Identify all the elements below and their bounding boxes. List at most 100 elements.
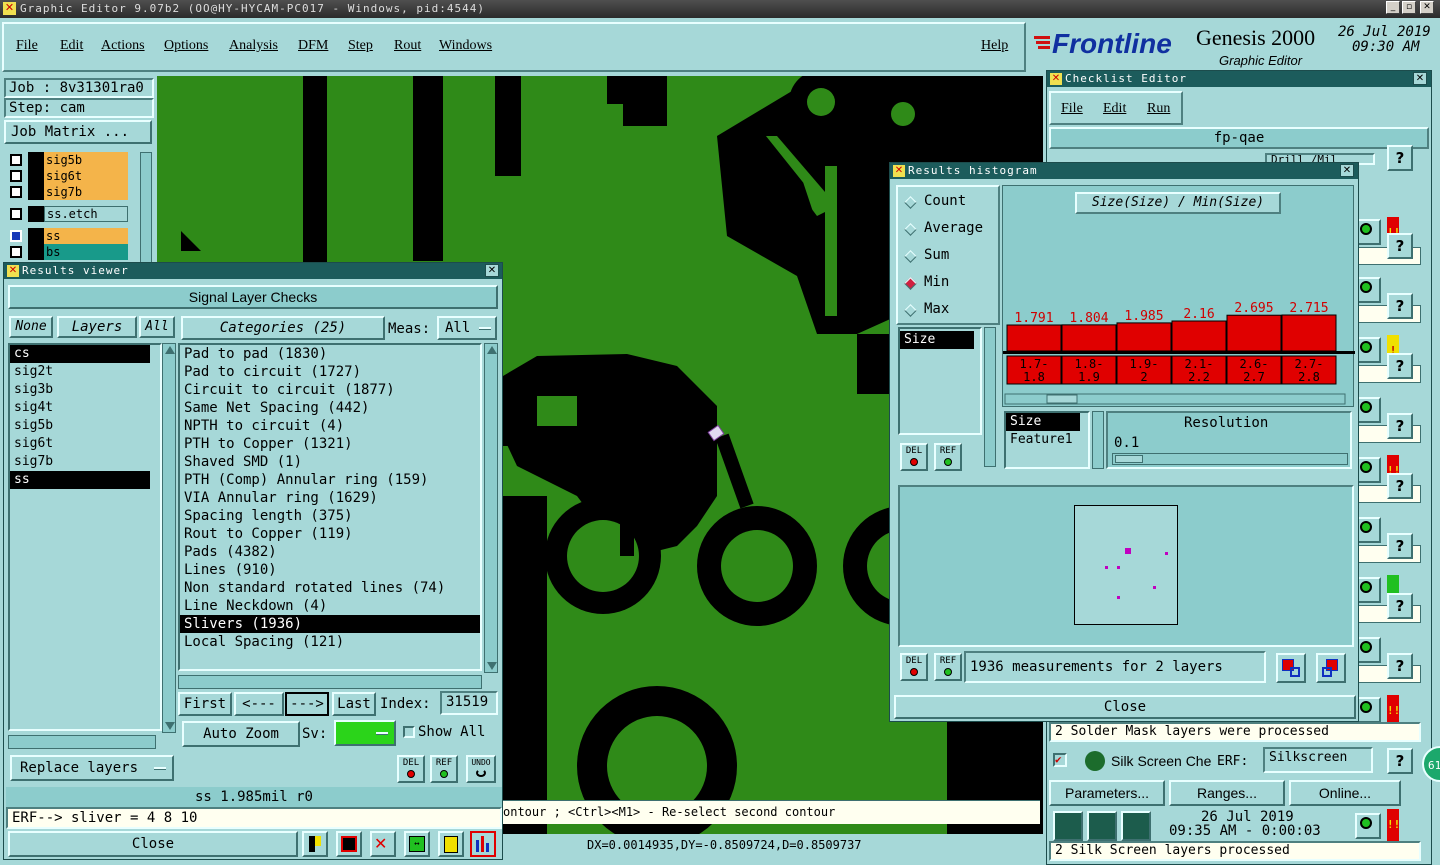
checklist-menu-run[interactable]: Run bbox=[1147, 101, 1170, 117]
meas-dropdown[interactable]: All bbox=[437, 316, 497, 340]
index-input[interactable]: 31519 bbox=[440, 691, 498, 715]
mode-radio-average[interactable]: Average bbox=[904, 220, 994, 240]
field-list-item[interactable]: Feature1 bbox=[1006, 431, 1088, 449]
layers-list-item[interactable]: sig2t bbox=[10, 363, 160, 381]
measure-list[interactable]: Size bbox=[898, 327, 982, 435]
menu-analysis[interactable]: Analysis bbox=[229, 38, 278, 54]
layers-all-button[interactable]: All bbox=[139, 316, 175, 338]
close-window-button[interactable]: ✕ bbox=[1420, 1, 1434, 14]
del-button[interactable]: DEL bbox=[397, 755, 425, 783]
layers-list-item[interactable]: cs bbox=[10, 345, 150, 363]
menu-actions[interactable]: Actions bbox=[101, 38, 145, 54]
histogram-titlebar[interactable]: Results histogram bbox=[890, 163, 1358, 179]
slider-thumb[interactable] bbox=[1115, 455, 1143, 463]
check-help-button[interactable]: ? bbox=[1387, 533, 1413, 559]
category-list-item[interactable]: Pads (4382) bbox=[180, 543, 480, 561]
job-matrix-button[interactable]: Job Matrix ... bbox=[4, 120, 152, 144]
menu-rout[interactable]: Rout bbox=[394, 38, 421, 54]
check-help-button[interactable]: ? bbox=[1387, 413, 1413, 439]
silk-help-button[interactable]: ? bbox=[1387, 748, 1413, 774]
checklist-menu-edit[interactable]: Edit bbox=[1103, 101, 1126, 117]
minimize-button[interactable]: _ bbox=[1386, 1, 1400, 14]
scroll-up-icon[interactable] bbox=[487, 346, 497, 354]
histogram-close-button[interactable]: Close bbox=[894, 695, 1356, 719]
layers-list-item[interactable]: sig4t bbox=[10, 399, 160, 417]
categories-list-hscroll[interactable] bbox=[178, 675, 482, 689]
histogram-bar[interactable] bbox=[1116, 322, 1172, 352]
results-tool-icon-5[interactable] bbox=[438, 831, 464, 857]
menu-dfm[interactable]: DFM bbox=[298, 38, 328, 54]
layers-list-item[interactable]: sig6t bbox=[10, 435, 160, 453]
layer-row[interactable]: ss bbox=[8, 228, 128, 244]
layers-list-hscroll[interactable] bbox=[8, 735, 156, 749]
check-help-button[interactable]: ? bbox=[1387, 473, 1413, 499]
menu-edit[interactable]: Edit bbox=[60, 38, 83, 54]
category-list-item[interactable]: Rout to Copper (119) bbox=[180, 525, 480, 543]
silk-erf-field[interactable]: Silkscreen bbox=[1263, 747, 1373, 773]
menu-options[interactable]: Options bbox=[164, 38, 208, 54]
category-list-item[interactable]: Shaved SMD (1) bbox=[180, 453, 480, 471]
last-button[interactable]: Last bbox=[332, 692, 376, 716]
mode-radio-max[interactable]: Max bbox=[904, 301, 994, 321]
menu-help[interactable]: Help bbox=[981, 38, 1008, 54]
field-list-item[interactable]: Size bbox=[1006, 413, 1080, 431]
show-all-checkbox[interactable] bbox=[403, 726, 415, 738]
sv-color-dropdown[interactable] bbox=[334, 720, 396, 746]
layers-list-vscroll[interactable] bbox=[162, 343, 176, 733]
scroll-down-icon[interactable] bbox=[487, 662, 497, 670]
import-icon-button[interactable] bbox=[1316, 653, 1346, 683]
check-help-button[interactable]: ? bbox=[1387, 293, 1413, 319]
category-list-item[interactable]: Line Neckdown (4) bbox=[180, 597, 480, 615]
silk-checkbox[interactable]: ✔ bbox=[1053, 753, 1067, 767]
parameters-button[interactable]: Parameters... bbox=[1049, 780, 1165, 806]
categories-button[interactable]: Categories (25) bbox=[181, 316, 385, 340]
layers-list-item[interactable]: sig3b bbox=[10, 381, 160, 399]
histogram-bar[interactable] bbox=[1171, 320, 1227, 352]
category-list-item[interactable]: Spacing length (375) bbox=[180, 507, 480, 525]
results-viewer-titlebar[interactable]: Results viewer bbox=[4, 263, 502, 279]
replace-layers-dropdown[interactable]: Replace layers bbox=[10, 755, 174, 781]
menu-file[interactable]: File bbox=[16, 38, 38, 54]
layers-none-button[interactable]: None bbox=[9, 316, 53, 338]
measure-list-scroll[interactable] bbox=[984, 327, 996, 467]
category-list-item[interactable]: PTH to Copper (1321) bbox=[180, 435, 480, 453]
category-list-item[interactable]: Same Net Spacing (442) bbox=[180, 399, 480, 417]
layers-list-item[interactable]: sig5b bbox=[10, 417, 160, 435]
layers-list[interactable]: cs sig2t sig3b sig4t sig5b sig6t sig7b ss bbox=[8, 343, 162, 731]
undo-button[interactable]: UNDO bbox=[466, 755, 496, 783]
category-list-item[interactable]: Lines (910) bbox=[180, 561, 480, 579]
checklist-close-icon[interactable]: ✕ bbox=[1413, 72, 1427, 85]
category-list-item[interactable]: Circuit to circuit (1877) bbox=[180, 381, 480, 399]
layer-row[interactable]: ss.etch bbox=[8, 206, 128, 222]
category-list-item[interactable]: Slivers (1936) bbox=[180, 615, 480, 633]
preview-ref-button[interactable]: REF bbox=[934, 653, 962, 681]
histogram-close-icon[interactable]: ✕ bbox=[1340, 164, 1354, 177]
categories-list-vscroll[interactable] bbox=[484, 343, 498, 673]
run-icon-1[interactable] bbox=[1053, 811, 1083, 841]
histogram-icon-button[interactable] bbox=[470, 831, 496, 857]
preview-del-button[interactable]: DEL bbox=[900, 653, 928, 681]
histogram-bar[interactable] bbox=[1061, 324, 1117, 352]
category-list-item[interactable]: NPTH to circuit (4) bbox=[180, 417, 480, 435]
layer-list-scrollbar[interactable] bbox=[140, 152, 152, 264]
layers-list-item[interactable]: sig7b bbox=[10, 453, 160, 471]
mode-radio-min[interactable]: Min bbox=[904, 274, 994, 294]
checklist-titlebar[interactable]: Checklist Editor bbox=[1047, 71, 1431, 87]
results-tool-icon-1[interactable] bbox=[302, 831, 328, 857]
field-list[interactable]: Size Feature1 bbox=[1004, 411, 1090, 469]
mode-radio-sum[interactable]: Sum bbox=[904, 247, 994, 267]
maximize-button[interactable]: ▫ bbox=[1402, 1, 1416, 14]
check-help-button[interactable]: ? bbox=[1387, 233, 1413, 259]
hist-del-button[interactable]: DEL bbox=[900, 443, 928, 471]
scroll-up-icon[interactable] bbox=[165, 346, 175, 354]
category-list-item[interactable]: Non standard rotated lines (74) bbox=[180, 579, 480, 597]
results-tool-icon-2[interactable] bbox=[336, 831, 362, 857]
results-viewer-close-icon[interactable]: ✕ bbox=[485, 264, 499, 277]
histogram-bar[interactable] bbox=[1226, 314, 1282, 352]
layers-button[interactable]: Layers bbox=[57, 316, 137, 338]
category-list-item[interactable]: PTH (Comp) Annular ring (159) bbox=[180, 471, 480, 489]
first-button[interactable]: First bbox=[178, 692, 232, 716]
layer-row[interactable]: sig7b bbox=[8, 184, 128, 200]
prev-button[interactable]: <--- bbox=[234, 692, 284, 716]
menu-step[interactable]: Step bbox=[348, 38, 373, 54]
